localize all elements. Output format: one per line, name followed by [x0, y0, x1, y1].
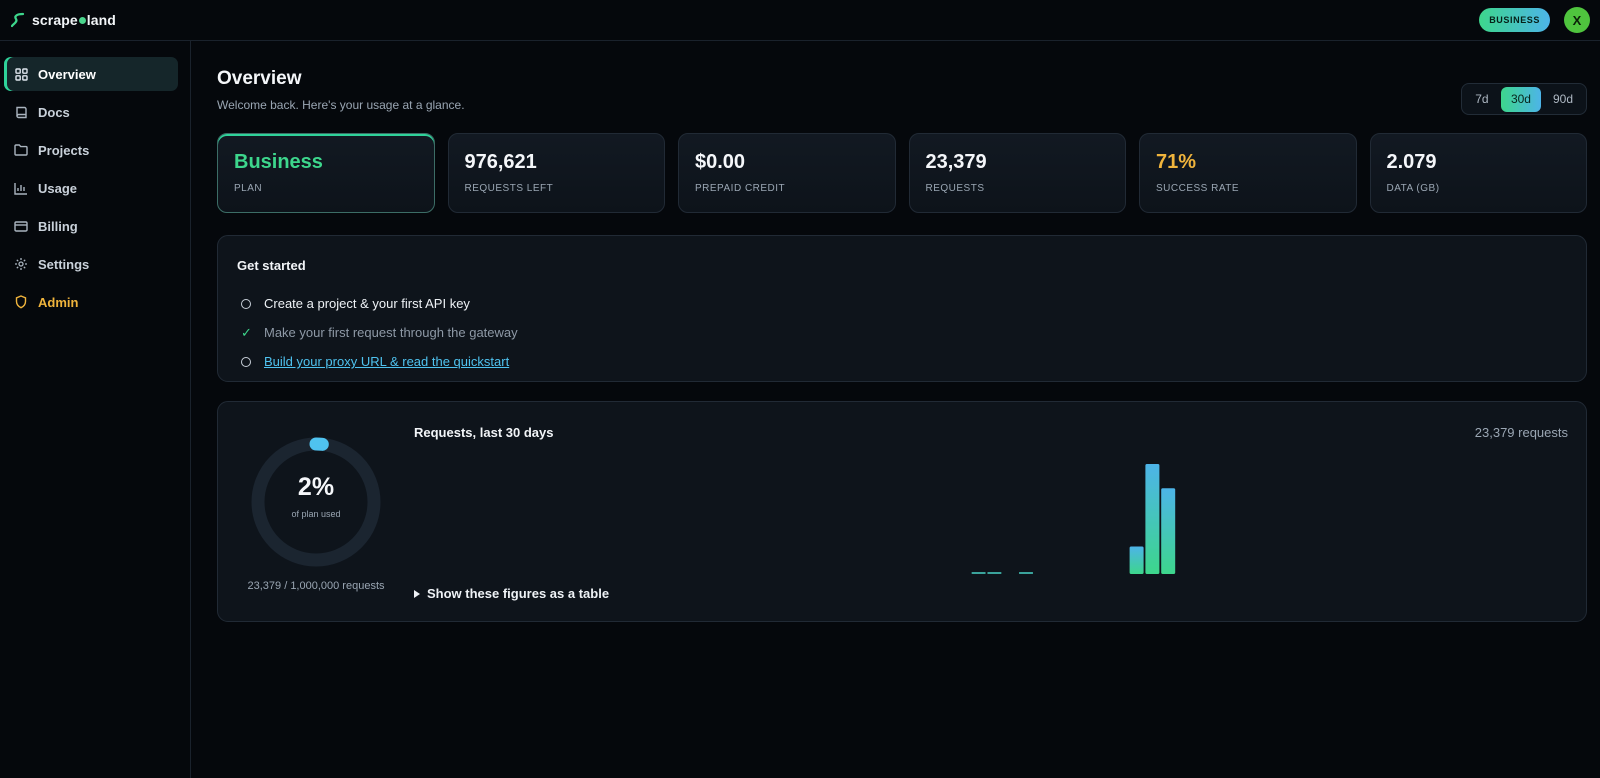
- stat-value: $0.00: [695, 151, 746, 173]
- task-item: Build your proxy URL & read the quicksta…: [237, 347, 1586, 376]
- task-text: Make your first request through the gate…: [264, 325, 518, 340]
- sidebar-item-admin[interactable]: Admin: [4, 285, 178, 319]
- chart-bar: [1161, 488, 1176, 574]
- stat-label: REQUESTS LEFT: [464, 183, 554, 194]
- chart-bar: [1145, 464, 1160, 574]
- sidebar-item-overview[interactable]: Overview: [4, 57, 178, 91]
- bar-chart-icon: [14, 181, 28, 195]
- avatar[interactable]: X: [1564, 7, 1590, 33]
- brand[interactable]: scrape land: [11, 12, 116, 28]
- sidebar-item-projects[interactable]: Projects: [4, 133, 178, 167]
- quickstart-link[interactable]: Build your proxy URL & read the quicksta…: [264, 354, 509, 369]
- sidebar-item-label: Settings: [38, 256, 90, 272]
- usage-caption: 23,379 / 1,000,000 requests: [247, 580, 385, 592]
- stat-label: PREPAID CREDIT: [695, 183, 786, 194]
- credit-card-icon: [14, 219, 28, 233]
- chart-bar: [1129, 546, 1144, 574]
- sidebar-item-label: Billing: [38, 218, 78, 234]
- task-text: Create a project & your first API key: [264, 296, 470, 311]
- stat-card-requests-left: 976,621 REQUESTS LEFT: [447, 133, 665, 213]
- sidebar-item-label: Overview: [38, 66, 96, 82]
- folder-icon: [14, 143, 28, 157]
- brand-dot-icon: [78, 16, 86, 24]
- stat-card-requests: 23,379 REQUESTS: [908, 133, 1126, 213]
- plan-usage-donut: 2% of plan used: [250, 436, 382, 568]
- sidebar: Overview Docs Projects Usage Billing Set…: [0, 41, 191, 778]
- sidebar-item-label: Projects: [38, 142, 90, 158]
- brand-name-part: land: [86, 12, 116, 28]
- range-90d-button[interactable]: 90d: [1543, 87, 1583, 112]
- brand-name-part: scrape: [32, 12, 78, 28]
- book-icon: [14, 105, 28, 119]
- usage-percent: 2%: [297, 473, 335, 501]
- stat-card-data: 2.079 DATA (GB): [1369, 133, 1587, 213]
- brand-logo-icon: [11, 12, 25, 28]
- top-bar: scrape land BUSINESS X: [0, 0, 1600, 41]
- triangle-right-icon: [414, 589, 420, 598]
- sidebar-item-docs[interactable]: Docs: [4, 95, 178, 129]
- sidebar-item-settings[interactable]: Settings: [4, 247, 178, 281]
- top-right: BUSINESS X: [1479, 7, 1590, 33]
- range-30d-button[interactable]: 30d: [1500, 86, 1541, 112]
- plan-badge[interactable]: BUSINESS: [1479, 8, 1550, 32]
- range-7d-button[interactable]: 7d: [1465, 87, 1499, 112]
- gear-icon: [14, 257, 28, 271]
- requests-bar-chart: [971, 464, 1176, 574]
- stat-card-success-rate: 71% SUCCESS RATE: [1139, 133, 1357, 213]
- stat-value: 2.079: [1386, 151, 1437, 173]
- chart-title: Requests, last 30 days: [414, 425, 554, 440]
- chart-bar: [987, 572, 1002, 574]
- show-table-label: Show these figures as a table: [427, 586, 610, 601]
- chart-total: 23,379 requests: [1474, 425, 1568, 440]
- stat-value: 23,379: [925, 151, 987, 173]
- stat-card-prepaid-credit: $0.00 PREPAID CREDIT: [678, 133, 896, 213]
- chart-bar: [971, 572, 986, 574]
- sidebar-item-label: Admin: [38, 294, 79, 310]
- show-table-toggle[interactable]: Show these figures as a table: [414, 586, 609, 601]
- get-started-panel: Get started Create a project & your firs…: [217, 235, 1587, 382]
- sidebar-item-usage[interactable]: Usage: [4, 171, 178, 205]
- sidebar-item-label: Usage: [38, 180, 78, 196]
- circle-icon: [241, 356, 251, 367]
- donut-track: [251, 437, 381, 567]
- task-item: Create a project & your first API key: [237, 289, 1586, 318]
- shield-icon: [14, 295, 28, 309]
- page-title: Overview: [217, 68, 302, 89]
- stat-label: SUCCESS RATE: [1156, 183, 1240, 194]
- page-subtitle: Welcome back. Here's your usage at a gla…: [217, 98, 465, 112]
- stat-label: DATA (GB): [1386, 183, 1440, 194]
- circle-icon: [241, 298, 251, 309]
- stat-value: 71%: [1156, 151, 1197, 173]
- sidebar-item-label: Docs: [38, 104, 70, 120]
- stat-card-plan: Business PLAN: [217, 133, 435, 213]
- checkmark-icon: ✓: [241, 324, 252, 340]
- stat-cards: Business PLAN 976,621 REQUESTS LEFT $0.0…: [217, 133, 1587, 213]
- stat-value: 976,621: [464, 151, 537, 173]
- get-started-title: Get started: [237, 258, 306, 273]
- brand-name: scrape land: [32, 12, 116, 28]
- usage-percent-sub: of plan used: [291, 509, 341, 519]
- grid-icon: [14, 67, 28, 81]
- stat-label: PLAN: [234, 183, 263, 194]
- date-range-selector: 7d 30d 90d: [1460, 83, 1587, 115]
- chart-bar: [1019, 572, 1033, 574]
- task-item: ✓ Make your first request through the ga…: [237, 318, 1586, 347]
- usage-panel: 2% of plan used 23,379 / 1,000,000 reque…: [217, 401, 1587, 622]
- stat-value: Business: [234, 151, 323, 173]
- stat-label: REQUESTS: [925, 183, 985, 194]
- sidebar-item-billing[interactable]: Billing: [4, 209, 178, 243]
